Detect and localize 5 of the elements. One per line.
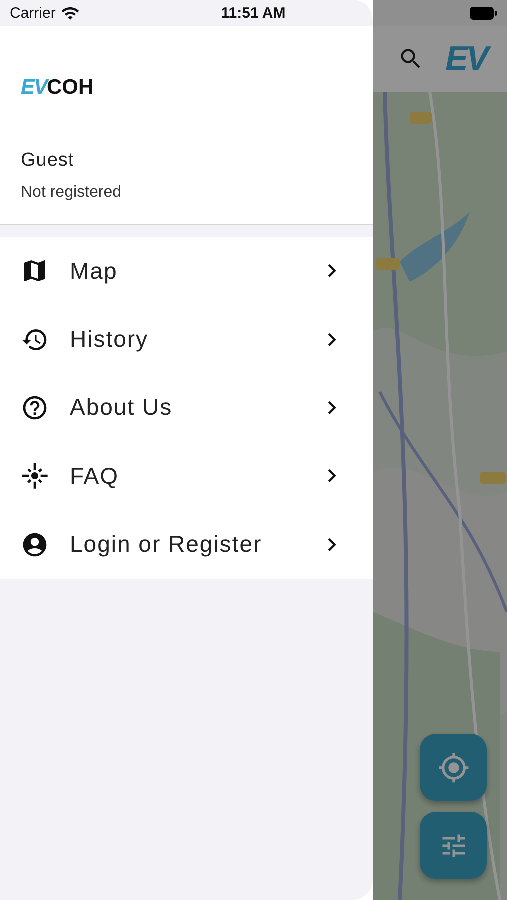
user-status: Not registered [21, 184, 122, 202]
user-name: Guest [21, 150, 76, 172]
carrier-label: Carrier [10, 4, 56, 22]
drawer-logo: EVCOH [21, 76, 95, 100]
status-time: 11:51 AM [221, 4, 286, 22]
